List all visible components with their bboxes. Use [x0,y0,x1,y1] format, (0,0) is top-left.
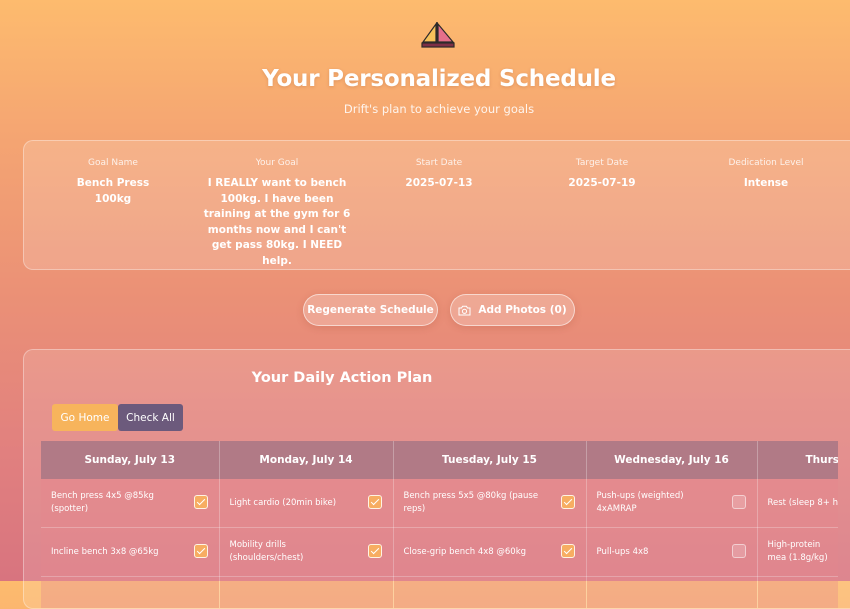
goal-name-label: Goal Name [58,158,168,168]
task-label: Close-grip bench 4x8 @60kg [404,546,576,559]
daily-action-plan-card: Your Daily Action Plan Go Home Check All… [23,349,850,609]
task-label: Incline bench 3x8 @65kg [51,546,209,559]
task-cell [586,577,757,609]
task-cell: Light cardio (20min bike) [219,479,393,528]
task-cell: Bench press 5x5 @80kg (pause reps) [393,479,586,528]
task-checkbox[interactable] [732,495,746,509]
task-checkbox[interactable] [368,544,382,558]
goal-name-field: Goal Name Bench Press 100kg [58,158,168,207]
day-header: Monday, July 14 [219,441,393,479]
day-header: Thursd [757,441,838,479]
table-row [41,577,838,609]
dedication-level-value: Intense [701,176,831,192]
regenerate-schedule-button[interactable]: Regenerate Schedule [303,294,438,326]
table-row: Bench press 4x5 @85kg (spotter) Light ca… [41,479,838,528]
task-cell: Push-ups (weighted) 4xAMRAP [586,479,757,528]
camera-icon [458,305,471,316]
goal-info-card: Goal Name Bench Press 100kg Your Goal I … [23,140,850,270]
start-date-value: 2025-07-13 [384,176,494,192]
task-cell [393,577,586,609]
day-header: Tuesday, July 15 [393,441,586,479]
add-photos-label: Add Photos (0) [478,304,566,316]
target-date-value: 2025-07-19 [547,176,657,192]
task-cell: Rest (sleep 8+ ho [757,479,838,528]
start-date-label: Start Date [384,158,494,168]
plan-title: Your Daily Action Plan [24,370,660,386]
goal-name-value: Bench Press 100kg [58,176,168,207]
start-date-field: Start Date 2025-07-13 [384,158,494,192]
day-header: Wednesday, July 16 [586,441,757,479]
task-cell [219,577,393,609]
task-cell [41,577,219,609]
page-title: Your Personalized Schedule [0,66,850,92]
your-goal-field: Your Goal I REALLY want to bench 100kg. … [201,158,353,269]
table-header-row: Sunday, July 13 Monday, July 14 Tuesday,… [41,441,838,479]
task-checkbox[interactable] [561,544,575,558]
task-cell: Incline bench 3x8 @65kg [41,528,219,577]
dedication-level-field: Dedication Level Intense [701,158,831,192]
task-cell: Close-grip bench 4x8 @60kg [393,528,586,577]
task-label: Push-ups (weighted) 4xAMRAP [597,490,747,516]
your-goal-value: I REALLY want to bench 100kg. I have bee… [201,176,353,269]
task-checkbox[interactable] [561,495,575,509]
task-label: Pull-ups 4x8 [597,546,747,559]
regenerate-schedule-label: Regenerate Schedule [307,304,434,316]
day-header: Sunday, July 13 [41,441,219,479]
task-checkbox[interactable] [194,495,208,509]
task-checkbox[interactable] [368,495,382,509]
your-goal-label: Your Goal [201,158,353,168]
task-cell: Mobility drills (shoulders/chest) [219,528,393,577]
task-label: Bench press 5x5 @80kg (pause reps) [404,490,576,516]
target-date-field: Target Date 2025-07-19 [547,158,657,192]
target-date-label: Target Date [547,158,657,168]
schedule-table: Sunday, July 13 Monday, July 14 Tuesday,… [41,441,838,609]
task-cell [757,577,838,609]
task-cell: Bench press 4x5 @85kg (spotter) [41,479,219,528]
sailboat-icon [420,20,456,50]
dedication-level-label: Dedication Level [701,158,831,168]
check-all-button[interactable]: Check All [118,404,183,431]
table-row: Incline bench 3x8 @65kg Mobility drills … [41,528,838,577]
page-subtitle: Drift's plan to achieve your goals [0,102,850,116]
task-checkbox[interactable] [194,544,208,558]
go-home-button[interactable]: Go Home [52,404,118,431]
task-checkbox[interactable] [732,544,746,558]
task-label: High-protein mea (1.8g/kg) [768,539,839,565]
task-label: Rest (sleep 8+ ho [768,497,839,510]
task-label: Mobility drills (shoulders/chest) [230,539,383,565]
task-label: Light cardio (20min bike) [230,497,383,510]
task-cell: Pull-ups 4x8 [586,528,757,577]
add-photos-button[interactable]: Add Photos (0) [450,294,575,326]
task-label: Bench press 4x5 @85kg (spotter) [51,490,209,516]
task-cell: High-protein mea (1.8g/kg) [757,528,838,577]
